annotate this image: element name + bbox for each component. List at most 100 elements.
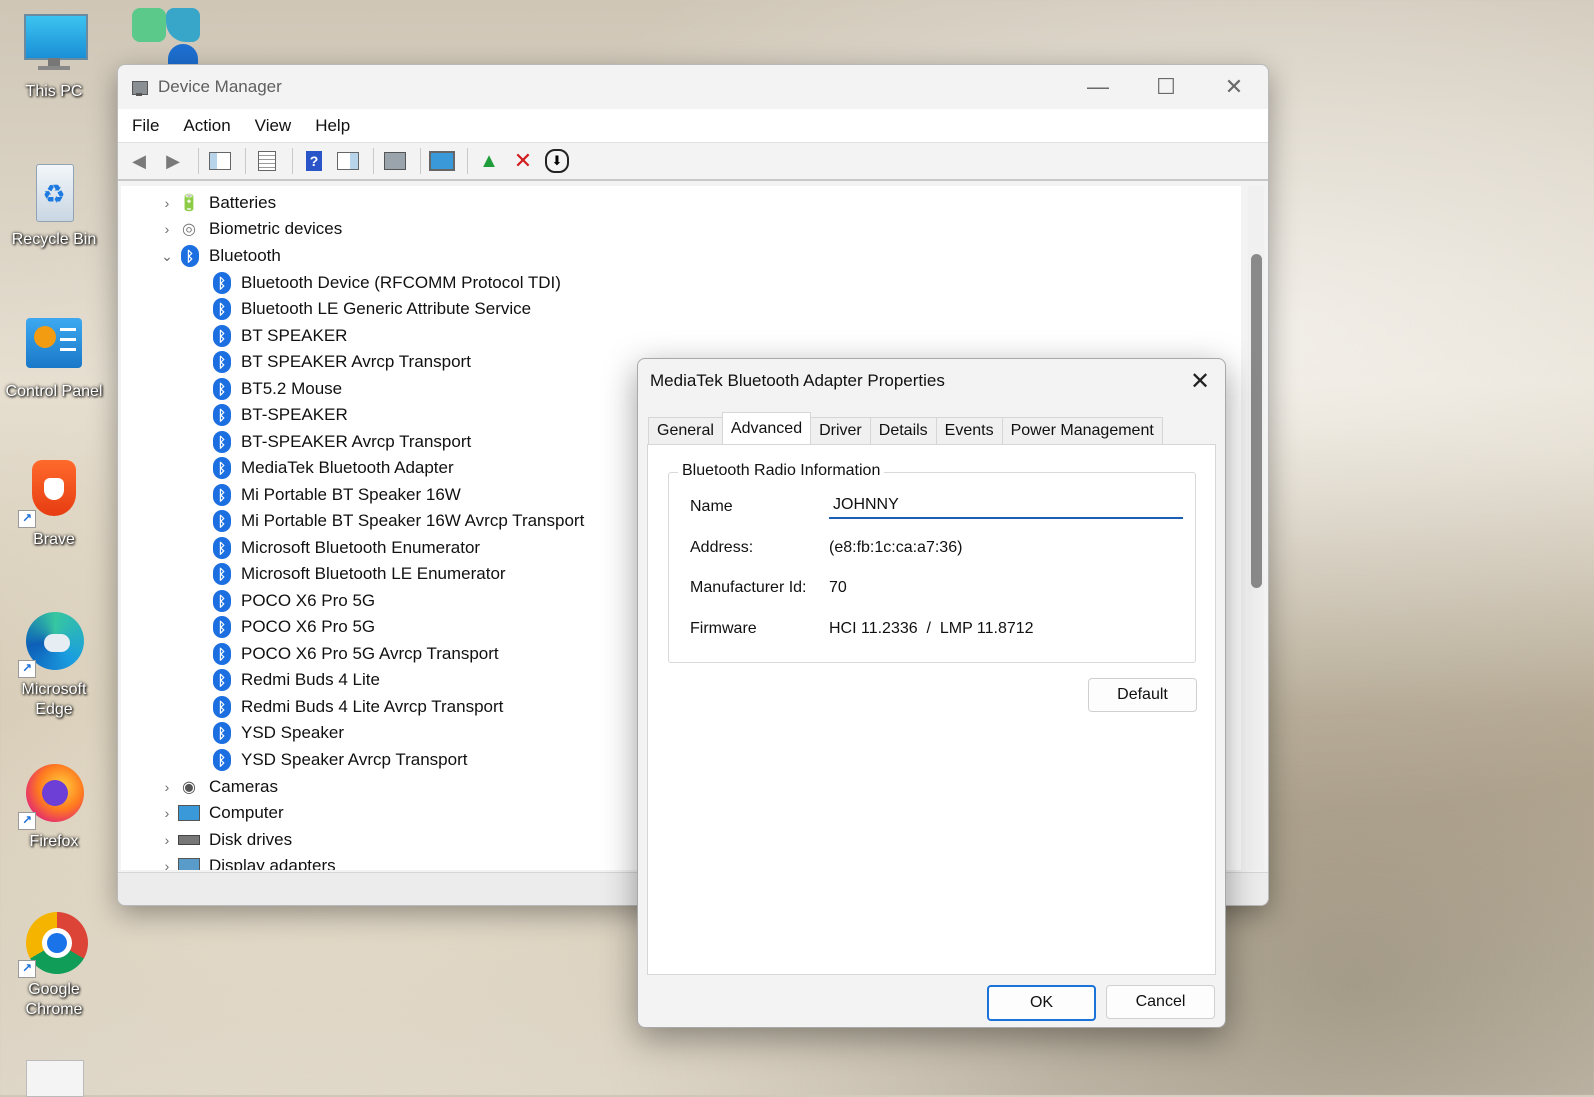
window-controls: — ☐ ✕	[1064, 65, 1268, 109]
close-button[interactable]: ✕	[1200, 65, 1268, 109]
bluetooth-icon: ᛒ	[213, 404, 231, 426]
desktop-icon-label: This PC	[25, 83, 83, 100]
tree-device-item[interactable]: ᛒ POCO X6 Pro 5G	[213, 614, 375, 640]
tree-category-computer[interactable]: › Computer	[157, 800, 284, 826]
action-pane-button[interactable]	[333, 148, 363, 174]
tree-device-item[interactable]: ᛒ Microsoft Bluetooth LE Enumerator	[213, 561, 506, 587]
show-hide-console-tree-button[interactable]	[205, 148, 235, 174]
chevron-right-icon[interactable]: ›	[157, 221, 177, 237]
tree-device-item[interactable]: ᛒ YSD Speaker	[213, 720, 344, 746]
tree-category-biometric[interactable]: › ◎ Biometric devices	[157, 216, 343, 242]
tree-device-item[interactable]: ᛒ POCO X6 Pro 5G	[213, 588, 375, 614]
tree-device-item[interactable]: ᛒ BT-SPEAKER Avrcp Transport	[213, 429, 471, 455]
ok-button[interactable]: OK	[987, 985, 1096, 1021]
shortcut-arrow-icon: ↗	[18, 812, 36, 830]
menu-file[interactable]: File	[132, 116, 159, 136]
tree-device-item[interactable]: ᛒ Bluetooth LE Generic Attribute Service	[213, 296, 531, 322]
tree-category-bluetooth[interactable]: ⌄ ᛒ Bluetooth	[157, 243, 281, 269]
scrollbar-thumb[interactable]	[1251, 254, 1262, 588]
bluetooth-radio-info-group: Bluetooth Radio Information Name Address…	[668, 462, 1196, 663]
desktop-icon-chrome[interactable]: ↗ Google Chrome	[0, 910, 108, 1020]
menu-action[interactable]: Action	[183, 116, 230, 136]
chevron-right-icon[interactable]: ›	[157, 779, 177, 795]
scan-hardware-changes-button[interactable]	[380, 148, 410, 174]
tree-category-cameras[interactable]: › ◉ Cameras	[157, 774, 278, 800]
desktop-icon-control-panel[interactable]: Control Panel	[0, 312, 108, 402]
tree-category-batteries[interactable]: › 🔋 Batteries	[157, 190, 276, 216]
desktop-icon-label: Recycle Bin	[11, 231, 97, 248]
chevron-right-icon[interactable]: ›	[157, 195, 177, 211]
properties-button[interactable]	[252, 148, 282, 174]
disable-device-button[interactable]: ⬇	[542, 148, 572, 174]
tab-events[interactable]: Events	[935, 417, 1003, 444]
app-icon-partial[interactable]	[132, 8, 202, 66]
display-adapter-icon	[177, 855, 201, 870]
tree-device-item[interactable]: ᛒ BT5.2 Mouse	[213, 376, 342, 402]
tree-label: Bluetooth Device (RFCOMM Protocol TDI)	[241, 273, 561, 292]
toolbar-separator	[373, 148, 374, 174]
tree-category-display-adapters[interactable]: › Display adapters	[157, 853, 336, 870]
tree-device-item[interactable]: ᛒ Redmi Buds 4 Lite	[213, 667, 380, 693]
back-button[interactable]: ◀	[124, 148, 154, 174]
battery-icon: 🔋	[179, 195, 199, 212]
tab-details[interactable]: Details	[869, 417, 937, 444]
tree-device-item[interactable]: ᛒ Redmi Buds 4 Lite Avrcp Transport	[213, 694, 503, 720]
tree-device-item[interactable]: ᛒ YSD Speaker Avrcp Transport	[213, 747, 467, 773]
dialog-close-button[interactable]: ✕	[1183, 365, 1217, 397]
tree-label: Bluetooth	[209, 246, 281, 265]
tree-category-disk-drives[interactable]: › Disk drives	[157, 827, 292, 853]
shortcut-arrow-icon: ↗	[18, 960, 36, 978]
tab-advanced[interactable]: Advanced	[721, 412, 812, 444]
tree-label: Microsoft Bluetooth LE Enumerator	[241, 564, 506, 583]
menu-view[interactable]: View	[255, 116, 292, 136]
chrome-icon: ↗	[18, 910, 88, 978]
desktop-icon-label: Google	[28, 981, 80, 998]
chevron-right-icon[interactable]: ›	[157, 805, 177, 821]
uninstall-device-button[interactable]: ✕	[508, 148, 538, 174]
update-driver-button[interactable]: ▲	[474, 148, 504, 174]
desktop-icon-edge[interactable]: ↗ Microsoft Edge	[0, 610, 108, 720]
tree-device-item[interactable]: ᛒ BT SPEAKER Avrcp Transport	[213, 349, 471, 375]
tab-power-management[interactable]: Power Management	[1001, 417, 1163, 444]
bluetooth-icon: ᛒ	[213, 563, 231, 585]
desktop-icon-recycle-bin[interactable]: ♻ Recycle Bin	[0, 160, 108, 250]
dialog-tabs: General Advanced Driver Details Events P…	[648, 412, 1163, 444]
name-label: Name	[690, 498, 733, 515]
group-label: Bluetooth Radio Information	[678, 462, 885, 480]
maximize-button[interactable]: ☐	[1132, 65, 1200, 109]
window-title: Device Manager	[158, 77, 282, 96]
chevron-right-icon[interactable]: ›	[157, 858, 177, 870]
tree-device-item[interactable]: ᛒ Bluetooth Device (RFCOMM Protocol TDI)	[213, 270, 561, 296]
desktop-icon-label-line2: Chrome	[25, 1001, 83, 1018]
default-button[interactable]: Default	[1088, 678, 1197, 712]
action-pane-icon	[337, 152, 359, 170]
bluetooth-icon: ᛒ	[213, 510, 231, 532]
forward-button[interactable]: ▶	[158, 148, 188, 174]
cancel-button[interactable]: Cancel	[1106, 985, 1215, 1019]
monitor-button[interactable]	[427, 148, 457, 174]
tree-device-item[interactable]: ᛒ POCO X6 Pro 5G Avrcp Transport	[213, 641, 499, 667]
tree-device-item[interactable]: ᛒ Mi Portable BT Speaker 16W	[213, 482, 461, 508]
desktop-icon-this-pc[interactable]: This PC	[0, 12, 108, 102]
tree-device-item[interactable]: ᛒ MediaTek Bluetooth Adapter	[213, 455, 454, 481]
tab-general[interactable]: General	[648, 417, 723, 444]
tree-device-item[interactable]: ᛒ BT-SPEAKER	[213, 402, 348, 428]
tree-label: Bluetooth LE Generic Attribute Service	[241, 299, 532, 318]
tree-device-item[interactable]: ᛒ BT SPEAKER	[213, 323, 347, 349]
address-label: Address:	[690, 539, 754, 556]
tree-label: BT SPEAKER	[241, 326, 348, 345]
tree-device-item[interactable]: ᛒ Mi Portable BT Speaker 16W Avrcp Transp…	[213, 508, 584, 534]
chevron-down-icon[interactable]: ⌄	[157, 248, 177, 265]
partial-document-icon[interactable]	[26, 1060, 84, 1097]
menu-help[interactable]: Help	[315, 116, 350, 136]
vertical-scrollbar[interactable]	[1248, 186, 1264, 870]
desktop-icon-firefox[interactable]: ↗ Firefox	[0, 762, 108, 852]
chevron-right-icon[interactable]: ›	[157, 832, 177, 848]
name-field[interactable]	[829, 493, 1183, 519]
minimize-button[interactable]: —	[1064, 65, 1132, 109]
tree-label: POCO X6 Pro 5G	[241, 617, 376, 636]
help-button[interactable]: ?	[299, 148, 329, 174]
desktop-icon-brave[interactable]: ↗ Brave	[0, 460, 108, 550]
tab-driver[interactable]: Driver	[810, 417, 871, 444]
tree-device-item[interactable]: ᛒ Microsoft Bluetooth Enumerator	[213, 535, 480, 561]
